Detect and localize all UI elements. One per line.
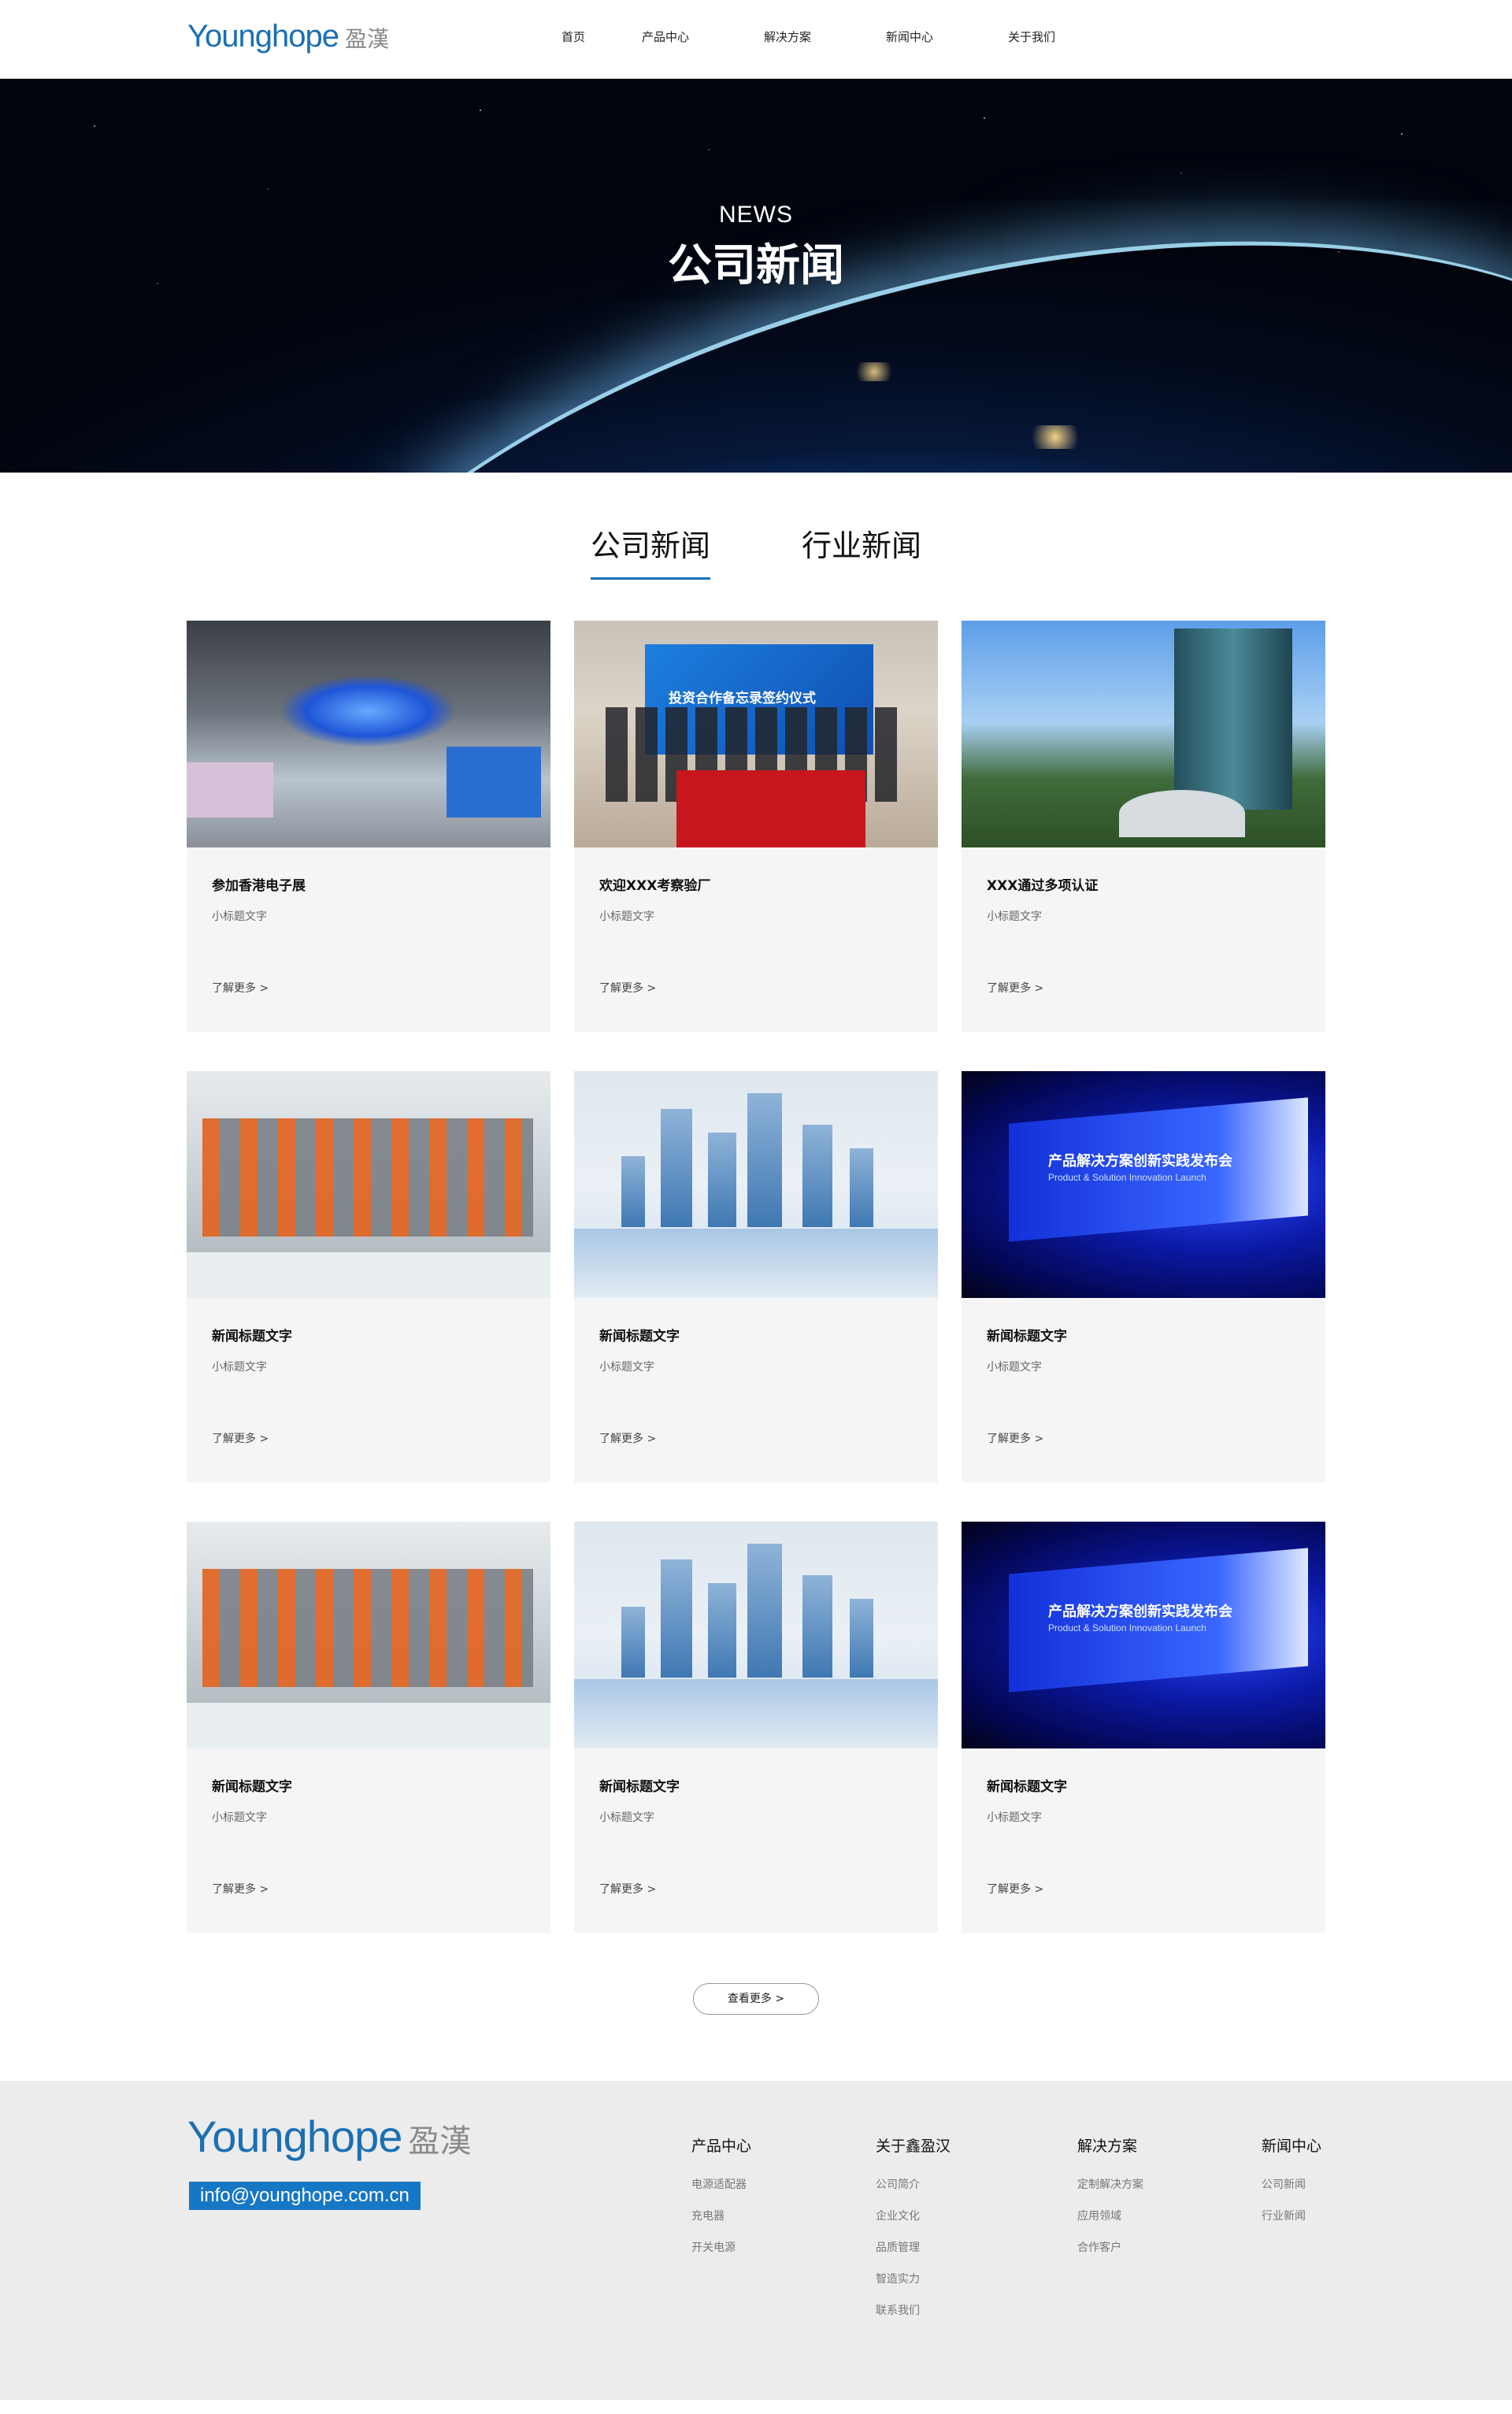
nav-item-home[interactable]: 首页 <box>543 28 603 45</box>
news-card[interactable]: 产品解决方案创新实践发布会 Product & Solution Innovat… <box>962 1071 1325 1482</box>
banner-title: 公司新闻 <box>668 240 844 291</box>
news-card-subtitle: 小标题文字 <box>212 910 267 923</box>
footer-col-about: 关于鑫盈汉 公司简介 企业文化 品质管理 智造实力 联系我们 <box>876 2134 951 2334</box>
news-card[interactable]: 参加香港电子展 小标题文字 了解更多 > <box>187 621 550 1032</box>
news-card-subtitle: 小标题文字 <box>987 1811 1042 1824</box>
news-card-image <box>187 1522 550 1748</box>
more-wrap: 查看更多 > <box>0 1983 1512 2015</box>
footer-col-title: 新闻中心 <box>1262 2138 1322 2155</box>
footer-col-title: 解决方案 <box>1077 2138 1138 2155</box>
banner-heading: NEWS 公司新闻 <box>0 202 1512 294</box>
news-card-subtitle: 小标题文字 <box>599 1361 654 1374</box>
news-card-title: 参加香港电子展 <box>212 878 306 894</box>
news-card[interactable]: 新闻标题文字 小标题文字 了解更多 > <box>187 1522 550 1933</box>
tab-company-news[interactable]: 公司新闻 <box>590 521 710 580</box>
news-card[interactable]: 新闻标题文字 小标题文字 了解更多 > <box>574 1071 938 1482</box>
footer-link[interactable]: 电源适配器 <box>691 2176 751 2192</box>
news-card[interactable]: 新闻标题文字 小标题文字 了解更多 > <box>574 1522 938 1933</box>
learn-more-link[interactable]: 了解更多 > <box>987 980 1043 996</box>
news-card-title: 新闻标题文字 <box>599 1329 680 1344</box>
news-card-image <box>187 1071 550 1298</box>
news-card-title: XXX通过多项认证 <box>987 878 1099 894</box>
hero-banner: NEWS 公司新闻 <box>0 79 1512 473</box>
footer-link[interactable]: 智造实力 <box>876 2271 951 2286</box>
news-card-image <box>187 621 550 847</box>
news-card[interactable]: 产品解决方案创新实践发布会 Product & Solution Innovat… <box>962 1522 1325 1933</box>
news-card-image: 产品解决方案创新实践发布会 Product & Solution Innovat… <box>962 1071 1325 1298</box>
news-card-title: 新闻标题文字 <box>212 1329 292 1344</box>
site-header: Younghope 盈漢 首页 产品中心 解决方案 新闻中心 关于我们 <box>0 0 1512 79</box>
news-card-title: 新闻标题文字 <box>987 1779 1067 1795</box>
news-card-image <box>574 1522 938 1748</box>
footer-col-news: 新闻中心 公司新闻 行业新闻 <box>1262 2134 1321 2239</box>
news-card-image <box>962 621 1325 847</box>
main-nav: 首页 产品中心 解决方案 新闻中心 关于我们 <box>543 28 1091 45</box>
news-grid: 参加香港电子展 小标题文字 了解更多 > 投资合作备忘录签约仪式 欢迎XXX考察… <box>187 621 1325 1933</box>
logo-text-cn: 盈漢 <box>344 26 389 52</box>
news-card-image-subtext: Product & Solution Innovation Launch <box>1048 1172 1206 1183</box>
news-card-title: 新闻标题文字 <box>987 1329 1067 1344</box>
footer-col-solutions: 解决方案 定制解决方案 应用领域 合作客户 <box>1077 2134 1143 2271</box>
learn-more-link[interactable]: 了解更多 > <box>212 980 269 996</box>
footer-link[interactable]: 公司简介 <box>876 2176 951 2192</box>
footer-col-products: 产品中心 电源适配器 充电器 开关电源 <box>691 2134 751 2271</box>
news-card-image: 投资合作备忘录签约仪式 <box>574 621 938 847</box>
learn-more-link[interactable]: 了解更多 > <box>987 1881 1043 1897</box>
banner-subtitle: NEWS <box>719 202 793 228</box>
footer-link[interactable]: 公司新闻 <box>1262 2176 1321 2192</box>
footer-link[interactable]: 应用领域 <box>1077 2208 1143 2223</box>
nav-item-products[interactable]: 产品中心 <box>603 28 728 45</box>
footer-col-title: 关于鑫盈汉 <box>876 2138 951 2155</box>
footer-link[interactable]: 品质管理 <box>876 2239 951 2255</box>
view-more-button[interactable]: 查看更多 > <box>693 1983 819 2015</box>
news-card-image-text: 产品解决方案创新实践发布会 <box>1048 1604 1232 1620</box>
news-card[interactable]: 投资合作备忘录签约仪式 欢迎XXX考察验厂 小标题文字 了解更多 > <box>574 621 938 1032</box>
learn-more-link[interactable]: 了解更多 > <box>987 1430 1043 1446</box>
news-card-subtitle: 小标题文字 <box>599 1811 654 1824</box>
site-logo[interactable]: Younghope 盈漢 <box>187 19 389 54</box>
learn-more-link[interactable]: 了解更多 > <box>599 1881 656 1897</box>
footer-link[interactable]: 联系我们 <box>876 2302 951 2318</box>
news-card[interactable]: 新闻标题文字 小标题文字 了解更多 > <box>187 1071 550 1482</box>
banner-city-lights <box>850 362 898 381</box>
footer-logo[interactable]: Younghope 盈漢 <box>187 2111 471 2162</box>
logo-text-en: Younghope <box>187 19 339 54</box>
news-card-title: 新闻标题文字 <box>212 1779 292 1795</box>
footer-link[interactable]: 行业新闻 <box>1262 2208 1321 2223</box>
news-card-subtitle: 小标题文字 <box>212 1361 267 1374</box>
news-card-title: 新闻标题文字 <box>599 1779 680 1795</box>
banner-city-lights <box>1024 425 1087 449</box>
footer-link[interactable]: 合作客户 <box>1077 2239 1143 2255</box>
footer-email[interactable]: info@younghope.com.cn <box>189 2182 421 2210</box>
learn-more-link[interactable]: 了解更多 > <box>599 980 656 996</box>
tab-industry-news[interactable]: 行业新闻 <box>802 521 921 580</box>
news-card-title: 欢迎XXX考察验厂 <box>599 878 711 894</box>
news-card-subtitle: 小标题文字 <box>987 910 1042 923</box>
news-card-image-subtext: Product & Solution Innovation Launch <box>1048 1622 1206 1633</box>
nav-item-solutions[interactable]: 解决方案 <box>728 28 847 45</box>
news-card[interactable]: XXX通过多项认证 小标题文字 了解更多 > <box>962 621 1325 1032</box>
news-tabs: 公司新闻 行业新闻 <box>0 521 1512 580</box>
news-card-image-text: 产品解决方案创新实践发布会 <box>1048 1153 1232 1170</box>
footer-link[interactable]: 开关电源 <box>691 2239 751 2255</box>
news-card-subtitle: 小标题文字 <box>987 1361 1042 1374</box>
news-card-subtitle: 小标题文字 <box>212 1811 267 1824</box>
learn-more-link[interactable]: 了解更多 > <box>599 1430 656 1446</box>
footer-logo-text-en: Younghope <box>187 2112 402 2161</box>
news-card-image <box>574 1071 938 1298</box>
footer-link[interactable]: 充电器 <box>691 2208 751 2223</box>
site-footer: Younghope 盈漢 info@younghope.com.cn 产品中心 … <box>0 2081 1512 2400</box>
footer-link[interactable]: 企业文化 <box>876 2208 951 2223</box>
news-card-image: 产品解决方案创新实践发布会 Product & Solution Innovat… <box>962 1522 1325 1748</box>
nav-item-about[interactable]: 关于我们 <box>972 28 1091 45</box>
learn-more-link[interactable]: 了解更多 > <box>212 1430 269 1446</box>
footer-link[interactable]: 定制解决方案 <box>1077 2176 1143 2192</box>
footer-logo-text-cn: 盈漢 <box>408 2123 472 2160</box>
news-card-image-text: 投资合作备忘录签约仪式 <box>669 691 816 706</box>
nav-item-news[interactable]: 新闻中心 <box>847 28 972 45</box>
learn-more-link[interactable]: 了解更多 > <box>212 1881 269 1897</box>
news-card-subtitle: 小标题文字 <box>599 910 654 923</box>
footer-col-title: 产品中心 <box>691 2138 752 2155</box>
